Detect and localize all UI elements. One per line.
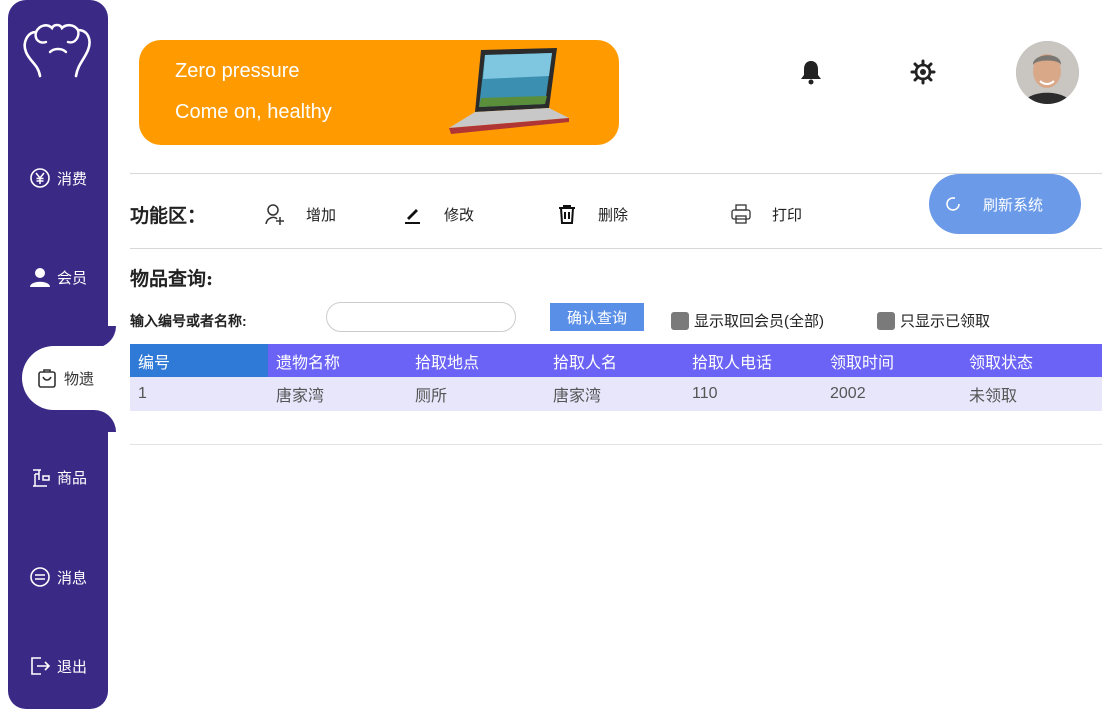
column-header[interactable]: 编号 <box>130 344 268 377</box>
yen-circle-icon <box>30 168 50 188</box>
sidebar-item-label: 会员 <box>56 269 87 287</box>
query-title: 物品查询: <box>130 268 214 290</box>
sidebar-item-label: 消费 <box>56 170 87 188</box>
column-header[interactable]: 领取状态 <box>961 344 1102 377</box>
column-header[interactable]: 遗物名称 <box>268 344 407 377</box>
sidebar-item-label: 物遗 <box>64 370 95 388</box>
add-user-icon <box>265 204 284 225</box>
sidebar-item-messages[interactable]: 消息 <box>8 547 108 607</box>
refresh-system-button[interactable]: 刷新系统 <box>929 174 1081 234</box>
refresh-label: 刷新系统 <box>983 196 1044 214</box>
bell-icon <box>801 61 821 85</box>
search-input[interactable] <box>326 302 516 332</box>
column-header[interactable]: 拾取人名 <box>545 344 684 377</box>
sidebar-item-goods[interactable]: 商品 <box>8 447 108 507</box>
checkbox-label: 显示取回会员(全部) <box>694 313 824 330</box>
avatar-photo <box>1016 41 1079 104</box>
bag-icon <box>38 369 56 388</box>
refresh-icon <box>946 197 960 211</box>
scale-icon <box>32 469 50 487</box>
muscle-logo-icon <box>23 23 91 78</box>
sidebar-item-logout[interactable]: 退出 <box>8 636 108 696</box>
add-button[interactable]: 增加 <box>264 200 336 228</box>
edit-button[interactable]: 修改 <box>402 200 474 228</box>
table-row[interactable]: 1 唐家湾 厕所 唐家湾 110 2002 未领取 <box>130 377 1102 411</box>
gear-icon <box>910 59 936 85</box>
column-header[interactable]: 拾取人电话 <box>684 344 822 377</box>
table-cell: 2002 <box>830 385 866 402</box>
sidebar-item-member[interactable]: 会员 <box>8 247 108 307</box>
table-cell: 1 <box>138 385 147 402</box>
table-cell: 110 <box>692 385 718 402</box>
delete-label: 删除 <box>598 206 629 224</box>
banner-line-2: Come on, healthy <box>175 101 332 123</box>
sidebar-item-label: 消息 <box>56 569 87 587</box>
table-bottom-border <box>130 444 1102 445</box>
column-header[interactable]: 领取时间 <box>822 344 961 377</box>
confirm-query-button[interactable]: 确认查询 <box>550 303 644 331</box>
sidebar-item-label: 商品 <box>56 469 87 487</box>
checkbox-box[interactable] <box>877 311 895 330</box>
table-cell: 厕所 <box>415 388 448 405</box>
print-button[interactable]: 打印 <box>730 200 802 228</box>
message-icon <box>30 567 50 587</box>
table-cell: 唐家湾 <box>553 388 602 405</box>
show-returned-checkbox[interactable]: 显示取回会员(全部) <box>671 310 824 331</box>
column-header[interactable]: 拾取地点 <box>407 344 545 377</box>
sidebar: 消费 会员 物遗 商品 消息 退出 <box>8 0 122 709</box>
divider-middle <box>130 248 1102 249</box>
printer-icon <box>731 204 751 224</box>
trash-icon <box>559 205 575 224</box>
active-tab-curve-top <box>94 326 116 348</box>
promo-banner: Zero pressure Come on, healthy <box>139 40 619 145</box>
sidebar-item-lost-items[interactable]: 物遗 <box>22 346 122 410</box>
sidebar-item-consume[interactable]: 消费 <box>8 148 108 208</box>
function-area-title: 功能区： <box>130 205 207 227</box>
table-cell: 未领取 <box>969 388 1018 405</box>
notifications-button[interactable] <box>797 58 825 86</box>
table-cell: 唐家湾 <box>276 388 325 405</box>
query-label: 输入编号或者名称: <box>130 313 247 329</box>
checkbox-label: 只显示已领取 <box>900 313 991 330</box>
settings-button[interactable] <box>909 58 937 86</box>
active-tab-curve-bottom <box>94 410 116 432</box>
pencil-icon <box>405 209 420 224</box>
add-label: 增加 <box>306 206 337 224</box>
banner-line-1: Zero pressure <box>175 60 300 82</box>
user-avatar[interactable] <box>1016 41 1079 104</box>
laptop-illustration <box>449 48 569 134</box>
print-label: 打印 <box>772 206 803 224</box>
table-header-row: 编号 遗物名称 拾取地点 拾取人名 拾取人电话 领取时间 领取状态 <box>130 344 1102 377</box>
show-claimed-only-checkbox[interactable]: 只显示已领取 <box>877 310 990 331</box>
edit-label: 修改 <box>444 206 475 224</box>
app-root: 消费 会员 物遗 商品 消息 退出 Zero pressure Come on,… <box>0 0 1120 713</box>
logout-icon <box>31 657 51 675</box>
lost-items-table: 编号 遗物名称 拾取地点 拾取人名 拾取人电话 领取时间 领取状态 1 唐家湾 … <box>130 344 1102 411</box>
delete-button[interactable]: 删除 <box>556 200 628 228</box>
sidebar-item-label: 退出 <box>56 658 87 676</box>
checkbox-box[interactable] <box>671 311 689 330</box>
user-icon <box>29 268 50 287</box>
